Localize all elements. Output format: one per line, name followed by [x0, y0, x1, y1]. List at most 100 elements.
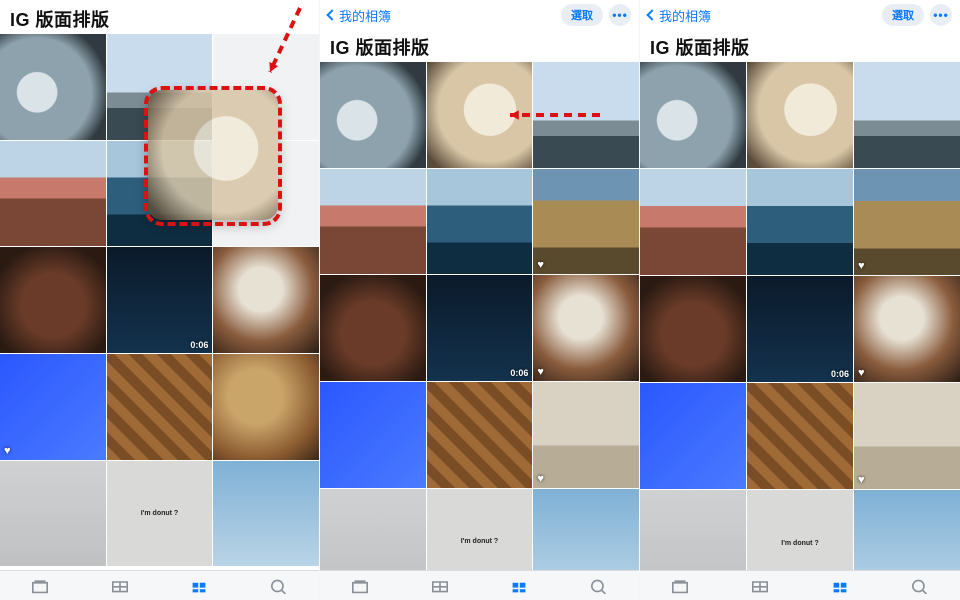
photo-thumbnail[interactable] [640, 62, 746, 168]
thumbnail-image [320, 275, 426, 381]
photo-thumbnail[interactable]: ♥ [0, 354, 106, 460]
foryou-tab[interactable] [420, 574, 460, 598]
photo-thumbnail[interactable]: 0:06 [427, 275, 533, 381]
library-tab[interactable] [660, 574, 700, 598]
photo-thumbnail[interactable]: ♥ [533, 169, 639, 275]
photo-thumbnail[interactable]: 0:06 [107, 247, 213, 353]
foryou-tab[interactable] [740, 574, 780, 598]
search-tab[interactable] [259, 574, 299, 598]
photo-thumbnail[interactable]: I'm donut ? [747, 490, 853, 570]
tab-bar [640, 570, 960, 600]
photo-thumbnail[interactable] [747, 62, 853, 168]
thumbnail-image [854, 490, 960, 570]
photo-thumbnail[interactable] [427, 382, 533, 488]
photo-thumbnail[interactable] [0, 247, 106, 353]
back-button[interactable]: 我的相簿 [328, 6, 391, 25]
select-button[interactable]: 選取 [882, 4, 924, 26]
photo-thumbnail[interactable]: ♥ [854, 276, 960, 382]
screenshot-panel: IG 版面排版 0:06 ♥ I'm donut ? [0, 0, 320, 600]
thumbnail-image [320, 382, 426, 488]
album-title: IG 版面排版 [10, 6, 309, 32]
thumbnail-image [0, 247, 106, 353]
photo-grid: ♥0:06♥♥I'm donut ? [320, 62, 639, 570]
photo-thumbnail[interactable] [854, 490, 960, 570]
thumbnail-image [533, 489, 639, 570]
thumbnail-image [640, 276, 746, 382]
photo-thumbnail[interactable] [213, 354, 319, 460]
thumbnail-image [320, 489, 426, 570]
video-duration: 0:06 [510, 368, 528, 378]
back-label: 我的相簿 [659, 6, 711, 25]
thumbnail-image [854, 62, 960, 168]
dragged-thumbnail[interactable] [148, 90, 278, 220]
thumbnail-image [854, 169, 960, 275]
photo-thumbnail[interactable] [640, 383, 746, 489]
thumbnail-image [320, 62, 426, 168]
tab-bar [0, 570, 319, 600]
photo-thumbnail[interactable]: ♥ [854, 383, 960, 489]
favorite-icon: ♥ [4, 445, 11, 457]
photo-thumbnail[interactable] [854, 62, 960, 168]
photo-thumbnail[interactable] [0, 141, 106, 247]
albums-tab[interactable] [179, 574, 219, 598]
thumbnail-image [320, 169, 426, 275]
thumbnail-image [107, 354, 213, 460]
more-button[interactable]: ••• [609, 4, 631, 26]
foryou-tab[interactable] [100, 574, 140, 598]
photo-thumbnail[interactable] [0, 461, 106, 567]
photo-thumbnail[interactable]: I'm donut ? [427, 489, 533, 570]
photo-thumbnail[interactable] [747, 383, 853, 489]
photo-thumbnail[interactable] [427, 169, 533, 275]
photo-thumbnail[interactable] [320, 489, 426, 570]
library-tab[interactable] [340, 574, 380, 598]
search-tab[interactable] [579, 574, 619, 598]
thumbnail-image [747, 276, 853, 382]
thumbnail-image [640, 490, 746, 570]
photo-thumbnail[interactable]: ♥ [533, 382, 639, 488]
album-title: IG 版面排版 [650, 34, 950, 60]
photo-thumbnail[interactable] [320, 169, 426, 275]
favorite-icon: ♥ [858, 367, 865, 379]
thumbnail-image [213, 461, 319, 567]
photo-thumbnail[interactable] [640, 490, 746, 570]
thumbnail-image [854, 383, 960, 489]
thumbnail-image [0, 34, 106, 140]
photo-thumbnail[interactable] [320, 275, 426, 381]
favorite-icon: ♥ [858, 474, 865, 486]
back-label: 我的相簿 [339, 6, 391, 25]
thumbnail-image [747, 383, 853, 489]
photo-thumbnail[interactable] [213, 247, 319, 353]
more-button[interactable]: ••• [930, 4, 952, 26]
thumbnail-image [533, 275, 639, 381]
video-duration: 0:06 [831, 369, 849, 379]
albums-tab[interactable] [499, 574, 539, 598]
library-tab[interactable] [20, 574, 60, 598]
photo-grid: ♥ 0:06 ♥ ♥ I'm donut ? [640, 62, 960, 570]
photo-thumbnail[interactable] [747, 169, 853, 275]
photo-thumbnail[interactable] [0, 34, 106, 140]
select-button[interactable]: 選取 [561, 4, 603, 26]
favorite-icon: ♥ [858, 260, 865, 272]
thumbnail-image [747, 62, 853, 168]
photo-thumbnail[interactable] [320, 382, 426, 488]
back-button[interactable]: 我的相簿 [648, 6, 711, 25]
thumbnail-image [0, 354, 106, 460]
photo-thumbnail[interactable] [533, 489, 639, 570]
photo-thumbnail[interactable]: ♥ [533, 275, 639, 381]
photo-thumbnail[interactable] [533, 62, 639, 168]
photo-thumbnail[interactable]: ♥ [854, 169, 960, 275]
thumbnail-image [427, 382, 533, 488]
search-tab[interactable] [900, 574, 940, 598]
screenshot-panel: 我的相簿選取•••IG 版面排版♥0:06♥♥I'm donut ? [320, 0, 640, 600]
video-duration: 0:06 [190, 340, 208, 350]
favorite-icon: ♥ [537, 259, 544, 271]
photo-thumbnail[interactable] [107, 354, 213, 460]
photo-thumbnail[interactable] [640, 276, 746, 382]
albums-tab[interactable] [820, 574, 860, 598]
photo-thumbnail[interactable]: I'm donut ? [107, 461, 213, 567]
photo-thumbnail[interactable] [320, 62, 426, 168]
photo-thumbnail[interactable] [213, 461, 319, 567]
photo-thumbnail[interactable]: 0:06 [747, 276, 853, 382]
photo-thumbnail[interactable] [427, 62, 533, 168]
photo-thumbnail[interactable] [640, 169, 746, 275]
